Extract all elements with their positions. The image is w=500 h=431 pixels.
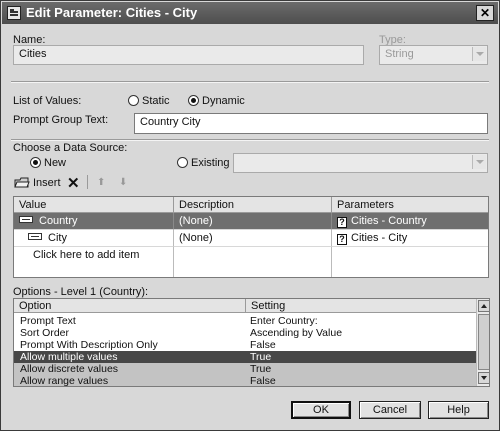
- table-row[interactable]: Sort Order Ascending by Value: [14, 327, 477, 339]
- table-row[interactable]: Prompt Text Enter Country:: [14, 315, 477, 327]
- parameter-text: Cities - City: [351, 232, 408, 244]
- scroll-up-icon[interactable]: [478, 300, 489, 312]
- scroll-down-icon[interactable]: [478, 372, 489, 384]
- prompt-group-label: Prompt Group Text:: [13, 114, 109, 126]
- insert-button[interactable]: Insert: [33, 177, 61, 189]
- window-title: Edit Parameter: Cities - City: [26, 5, 198, 20]
- edit-parameter-dialog: Edit Parameter: Cities - City ✕ Name: Ci…: [0, 0, 500, 431]
- parameter-cell[interactable]: ? Cities - Country: [332, 213, 488, 230]
- table-row[interactable]: Prompt With Description Only False: [14, 339, 477, 351]
- static-radio-label: Static: [142, 95, 170, 107]
- column-header-option[interactable]: Option: [14, 299, 246, 313]
- existing-source-select[interactable]: [233, 153, 488, 173]
- add-item-cell[interactable]: Click here to add item: [14, 247, 174, 277]
- empty-cell: [174, 247, 332, 277]
- move-up-icon[interactable]: ⬆: [97, 177, 105, 188]
- cancel-button[interactable]: Cancel: [359, 401, 421, 419]
- delete-icon[interactable]: ✕: [67, 174, 80, 192]
- value-cell[interactable]: Country: [14, 213, 174, 230]
- table-row[interactable]: Allow multiple values True: [14, 351, 477, 363]
- parameter-icon: ?: [337, 217, 347, 228]
- value-text: Country: [39, 215, 78, 227]
- ok-button[interactable]: OK: [291, 401, 351, 419]
- column-header-description[interactable]: Description: [174, 197, 332, 213]
- option-name: Allow multiple values: [20, 351, 118, 363]
- option-setting[interactable]: True: [250, 363, 271, 375]
- parameter-icon: ?: [337, 234, 347, 245]
- close-button[interactable]: ✕: [476, 5, 494, 21]
- values-grid: Value Description Parameters Country (No…: [13, 196, 489, 278]
- parameter-cell[interactable]: ? Cities - City: [332, 230, 488, 247]
- description-cell[interactable]: (None): [174, 230, 332, 247]
- new-source-label: New: [44, 157, 67, 169]
- type-select[interactable]: String: [379, 45, 488, 65]
- options-label: Options - Level 1 (Country):: [13, 286, 149, 298]
- static-radio[interactable]: [128, 95, 139, 106]
- name-field[interactable]: Cities: [13, 45, 364, 65]
- option-setting[interactable]: Enter Country:: [250, 315, 318, 327]
- type-select-value: String: [385, 48, 414, 60]
- prompt-group-input[interactable]: Country City: [134, 113, 488, 134]
- toolbar-divider: [87, 175, 88, 189]
- column-header-parameters[interactable]: Parameters: [332, 197, 488, 213]
- option-setting[interactable]: Ascending by Value: [250, 327, 342, 339]
- option-setting[interactable]: False: [250, 375, 276, 386]
- existing-source-label: Existing: [191, 157, 230, 169]
- option-setting[interactable]: False: [250, 339, 276, 351]
- value-cell[interactable]: City: [14, 230, 174, 247]
- option-name: Sort Order: [20, 327, 70, 339]
- dynamic-radio[interactable]: [188, 95, 199, 106]
- data-source-label: Choose a Data Source:: [13, 142, 128, 154]
- dimension-icon: [28, 233, 42, 240]
- list-of-values-label: List of Values:: [13, 95, 82, 107]
- help-button[interactable]: Help: [428, 401, 489, 419]
- table-row[interactable]: Allow range values False: [14, 375, 477, 387]
- option-name: Allow range values: [20, 375, 109, 387]
- chevron-down-icon: [472, 47, 486, 61]
- divider: [11, 81, 489, 83]
- option-setting[interactable]: True: [250, 351, 271, 363]
- table-row[interactable]: Allow discrete values True: [14, 363, 477, 375]
- app-icon: [7, 6, 21, 20]
- title-bar: Edit Parameter: Cities - City ✕: [2, 2, 498, 24]
- move-down-icon[interactable]: ⬇: [119, 177, 127, 188]
- description-cell[interactable]: (None): [174, 213, 332, 230]
- divider: [11, 139, 489, 141]
- new-source-radio[interactable]: [30, 157, 41, 168]
- option-name: Prompt With Description Only: [20, 339, 158, 351]
- chevron-down-icon: [472, 155, 486, 169]
- options-scrollbar[interactable]: [476, 299, 489, 386]
- dimension-icon: [19, 216, 33, 223]
- column-header-setting[interactable]: Setting: [246, 299, 477, 313]
- value-text: City: [48, 232, 67, 244]
- existing-source-radio[interactable]: [177, 157, 188, 168]
- parameter-text: Cities - Country: [351, 215, 427, 227]
- options-table: Option Setting Prompt Text Enter Country…: [13, 298, 490, 387]
- scroll-thumb[interactable]: [478, 314, 489, 370]
- option-name: Allow discrete values: [20, 363, 119, 375]
- column-header-value[interactable]: Value: [14, 197, 174, 213]
- dynamic-radio-label: Dynamic: [202, 95, 245, 107]
- insert-icon[interactable]: [14, 176, 30, 189]
- option-name: Prompt Text: [20, 315, 76, 327]
